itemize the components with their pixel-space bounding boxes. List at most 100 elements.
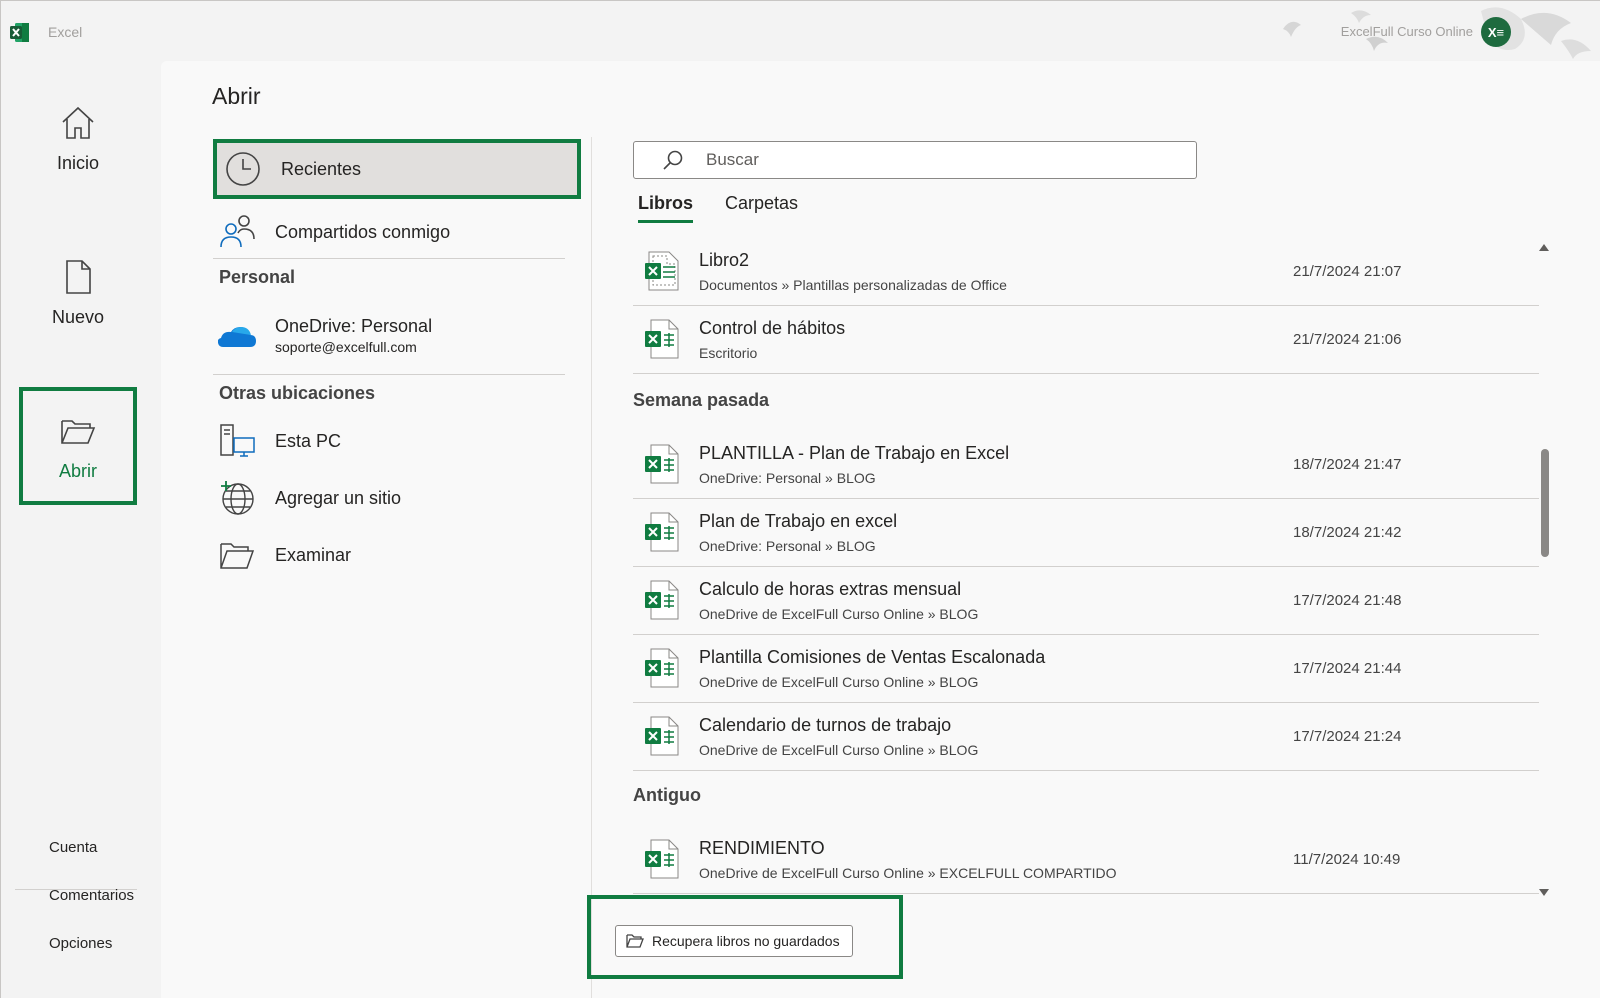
location-recent[interactable]: Recientes [213, 139, 581, 199]
location-shared-label: Compartidos conmigo [275, 221, 451, 242]
location-this-pc[interactable]: Esta PC [213, 417, 581, 465]
file-path: OneDrive de ExcelFull Curso Online » BLO… [699, 674, 979, 690]
nav-open[interactable]: Abrir [19, 387, 137, 505]
file-date: 17/7/2024 21:44 [1293, 660, 1402, 677]
excel-file-icon [645, 444, 679, 484]
file-path: OneDrive de ExcelFull Curso Online » EXC… [699, 865, 1117, 881]
file-date: 11/7/2024 10:49 [1293, 851, 1401, 868]
folder-browse-icon [220, 543, 255, 569]
file-name: Control de hábitos [699, 318, 846, 338]
app-name: Excel [48, 24, 83, 40]
home-icon [62, 106, 94, 139]
new-document-icon [66, 260, 91, 294]
excel-window: Excel ExcelFull Curso Online X≡ Inicio N… [0, 0, 1600, 998]
file-path: OneDrive de ExcelFull Curso Online » BLO… [699, 606, 979, 622]
nav-feedback[interactable]: Comentarios [49, 887, 134, 904]
file-row[interactable]: Plantilla Comisiones de Ventas Escalonad… [633, 636, 1539, 703]
file-row[interactable]: PLANTILLA - Plan de Trabajo en Excel One… [633, 432, 1539, 499]
file-name: PLANTILLA - Plan de Trabajo en Excel [699, 443, 1010, 463]
recover-unsaved-label: Recupera libros no guardados [652, 933, 840, 949]
file-date: 21/7/2024 21:06 [1293, 331, 1402, 348]
nav-new-label: Nuevo [51, 307, 105, 327]
file-list-scrollbar[interactable] [1537, 241, 1551, 901]
file-row[interactable]: Calendario de turnos de trabajo OneDrive… [633, 704, 1539, 771]
excel-file-icon [645, 319, 679, 359]
tab-books[interactable]: Libros [638, 193, 694, 223]
open-panel: Abrir Recientes Compartidos conmigo Pers… [161, 61, 1600, 998]
globe-add-icon [221, 481, 254, 515]
excel-logo-icon [10, 23, 29, 42]
file-path: OneDrive: Personal » BLOG [699, 470, 876, 486]
locations-divider [213, 258, 565, 259]
scroll-up-arrow-icon[interactable] [1537, 241, 1551, 253]
file-name: Plantilla Comisiones de Ventas Escalonad… [699, 647, 1046, 667]
nav-new[interactable]: Nuevo [19, 237, 137, 355]
group-title-last-week: Semana pasada [633, 390, 770, 410]
column-divider [591, 137, 592, 998]
excel-file-icon [645, 512, 679, 552]
file-name: Calculo de horas extras mensual [699, 579, 962, 599]
file-name: Calendario de turnos de trabajo [699, 715, 952, 735]
location-add-place-label: Agregar un sitio [275, 487, 402, 508]
nav-account[interactable]: Cuenta [49, 839, 97, 856]
tab-folders[interactable]: Carpetas [725, 193, 798, 223]
title-bar: Excel ExcelFull Curso Online X≡ [1, 1, 1600, 61]
nav-home[interactable]: Inicio [19, 83, 137, 201]
file-row[interactable]: Control de hábitos Escritorio 21/7/2024 … [633, 307, 1539, 374]
location-add-place[interactable]: Agregar un sitio [213, 473, 581, 523]
search-box[interactable] [633, 141, 1197, 179]
scroll-down-arrow-icon[interactable] [1537, 887, 1551, 899]
locations-column: Recientes Compartidos conmigo Personal O… [161, 61, 591, 998]
other-locations-heading: Otras ubicaciones [219, 383, 376, 403]
avatar[interactable]: X≡ [1481, 17, 1511, 47]
group-title-older: Antiguo [633, 785, 701, 805]
file-path: Escritorio [699, 345, 758, 361]
excel-file-icon [645, 716, 679, 756]
location-this-pc-label: Esta PC [275, 430, 342, 451]
scrollbar-thumb[interactable] [1541, 449, 1549, 557]
excel-template-icon [645, 251, 679, 291]
folder-open-icon [61, 420, 96, 444]
onedrive-email: soporte@excelfull.com [275, 338, 417, 355]
location-shared[interactable]: Compartidos conmigo [213, 207, 581, 257]
excel-file-icon [645, 648, 679, 688]
file-list: Libro2 Documentos » Plantillas personali… [633, 239, 1543, 904]
file-name: Plan de Trabajo en excel [699, 511, 898, 531]
nav-home-label: Inicio [56, 153, 100, 173]
file-row[interactable]: Libro2 Documentos » Plantillas personali… [633, 239, 1539, 306]
nav-options[interactable]: Opciones [49, 935, 112, 952]
file-path: OneDrive: Personal » BLOG [699, 538, 876, 554]
computer-icon [220, 424, 255, 457]
personal-heading: Personal [219, 267, 296, 287]
backstage-nav: Inicio Nuevo Abrir Cuenta Comentarios Op… [1, 61, 161, 998]
recover-unsaved-button[interactable]: Recupera libros no guardados [615, 925, 853, 957]
account-name[interactable]: ExcelFull Curso Online [1341, 24, 1473, 39]
file-date: 17/7/2024 21:24 [1293, 728, 1402, 745]
excel-file-icon [645, 580, 679, 620]
onedrive-label: OneDrive: Personal [275, 315, 433, 336]
file-name: Libro2 [699, 250, 750, 270]
location-browse-label: Examinar [275, 544, 352, 565]
file-row[interactable]: RENDIMIENTO OneDrive de ExcelFull Curso … [633, 827, 1539, 894]
location-onedrive[interactable]: OneDrive: Personal soporte@excelfull.com [213, 309, 581, 361]
location-recent-label: Recientes [281, 158, 362, 179]
clock-icon [226, 152, 260, 186]
search-input[interactable] [706, 150, 1166, 170]
file-row[interactable]: Plan de Trabajo en excel OneDrive: Perso… [633, 500, 1539, 567]
file-path: OneDrive de ExcelFull Curso Online » BLO… [699, 742, 979, 758]
file-date: 18/7/2024 21:42 [1293, 524, 1402, 541]
file-date: 17/7/2024 21:48 [1293, 592, 1402, 609]
file-type-tabs: Libros Carpetas [638, 193, 830, 223]
file-path: Documentos » Plantillas personalizadas d… [699, 277, 1007, 293]
folder-open-icon [626, 934, 644, 948]
file-name: RENDIMIENTO [699, 838, 825, 858]
nav-open-label: Abrir [58, 461, 97, 481]
location-browse[interactable]: Examinar [213, 531, 581, 579]
file-date: 21/7/2024 21:07 [1293, 263, 1402, 280]
onedrive-cloud-icon [218, 327, 256, 347]
search-icon [663, 150, 683, 170]
excel-file-icon [645, 839, 679, 879]
locations-divider [213, 374, 565, 375]
file-row[interactable]: Calculo de horas extras mensual OneDrive… [633, 568, 1539, 635]
file-date: 18/7/2024 21:47 [1293, 456, 1402, 473]
